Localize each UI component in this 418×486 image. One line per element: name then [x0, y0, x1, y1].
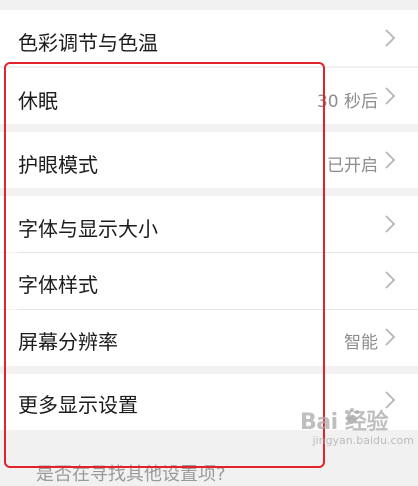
sleep-value: 30 秒后 — [316, 92, 378, 112]
eye-comfort-value: 已开启 — [327, 156, 378, 176]
settings-item-eye-comfort[interactable]: 护眼模式 已开启 — [0, 132, 418, 188]
settings-item-label: 屏幕分辨率 — [18, 330, 118, 354]
chevron-right-icon — [384, 270, 396, 290]
settings-item-label: 色彩调节与色温 — [18, 31, 158, 55]
chevron-right-icon — [384, 150, 396, 170]
chevron-right-icon — [384, 86, 396, 106]
search-other-settings-hint[interactable]: 是否在寻找其他设置项? — [36, 460, 226, 486]
display-settings-screen: 色彩调节与色温 休眠 30 秒后 护眼模式 已开启 字体与显示大小 字体样式 屏… — [0, 0, 418, 485]
settings-item-font-style[interactable]: 字体样式 — [0, 253, 418, 309]
chevron-right-icon — [384, 327, 396, 347]
settings-item-label: 字体样式 — [18, 273, 98, 297]
settings-item-label: 字体与显示大小 — [18, 217, 158, 241]
paw-icon — [342, 406, 362, 430]
watermark-url: jingyan.baidu.com — [312, 434, 414, 447]
settings-item-color-temperature[interactable]: 色彩调节与色温 — [0, 10, 418, 66]
top-gap — [0, 0, 418, 8]
settings-item-sleep[interactable]: 休眠 30 秒后 — [0, 68, 418, 124]
settings-item-screen-resolution[interactable]: 屏幕分辨率 智能 — [0, 310, 418, 366]
settings-item-font-display-size[interactable]: 字体与显示大小 — [0, 196, 418, 252]
settings-item-label: 休眠 — [18, 89, 58, 113]
watermark: Bai 经验 jingyan.baidu.com — [300, 400, 418, 452]
settings-item-label: 更多显示设置 — [18, 393, 138, 417]
resolution-value: 智能 — [344, 333, 378, 353]
chevron-right-icon — [384, 28, 396, 48]
settings-item-label: 护眼模式 — [18, 153, 98, 177]
chevron-right-icon — [384, 214, 396, 234]
